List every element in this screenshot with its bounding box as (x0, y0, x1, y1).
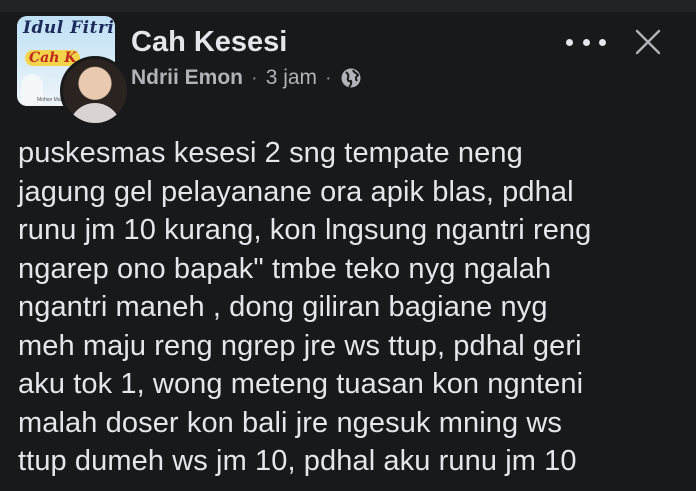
meta-separator: · (325, 66, 332, 89)
author-avatar[interactable] (60, 56, 130, 126)
more-dots-icon (566, 38, 573, 46)
post-header: Idul Fitri Cah K Mohon Maaf Cah Kesesi N… (0, 12, 696, 126)
meta-separator: · (251, 66, 258, 89)
avatar-portrait (69, 103, 121, 123)
close-button[interactable] (634, 28, 662, 56)
close-icon (635, 29, 661, 55)
top-bar (0, 0, 696, 12)
more-dots-icon (599, 38, 606, 46)
author-name-link[interactable]: Ndrii Emon (131, 66, 243, 90)
more-options-button[interactable] (566, 31, 606, 53)
post-body-text: puskesmas kesesi 2 sng tempate neng jagu… (18, 137, 592, 477)
group-avatar-title: Idul Fitri (23, 18, 115, 38)
post-timestamp[interactable]: 3 jam (266, 66, 317, 90)
globe-icon (340, 67, 362, 89)
more-dots-icon (582, 38, 590, 46)
group-name-link[interactable]: Cah Kesesi (131, 26, 287, 59)
post-meta: Ndrii Emon · 3 jam · (131, 65, 362, 91)
